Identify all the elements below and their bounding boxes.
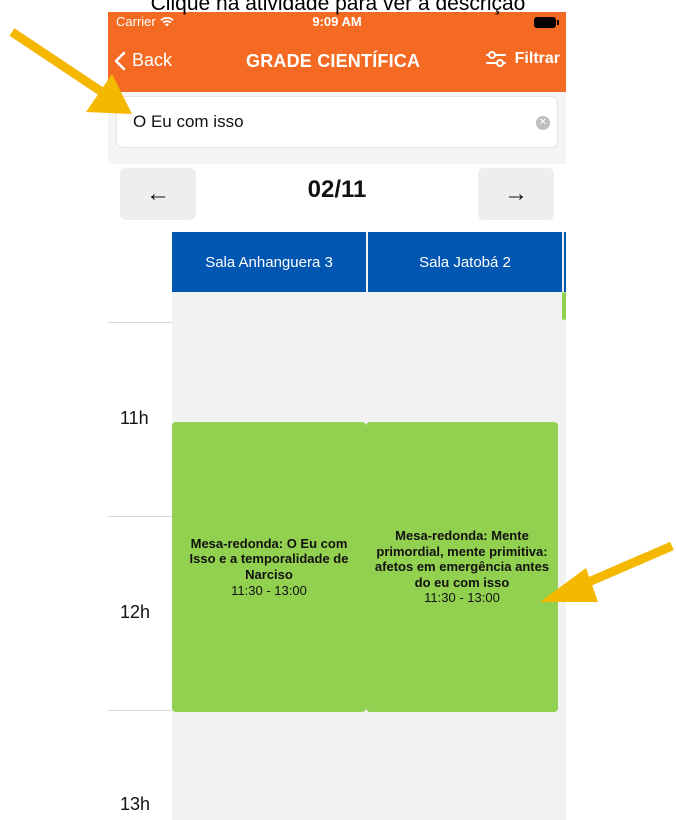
time-divider: [108, 710, 172, 711]
arrow-right-icon: →: [504, 180, 528, 207]
room-header-anhanguera[interactable]: Sala Anhanguera 3: [172, 232, 366, 292]
schedule-grid: Sala Anhanguera 3 Sala Jatobá 2 Mesa-red…: [172, 232, 566, 820]
phone-screen: Carrier 9:09 AM Back GRADE CIENTÍFICA Fi…: [108, 12, 566, 820]
time-column: 11h 12h 13h: [108, 232, 172, 820]
event-time: 11:30 - 13:00: [231, 582, 307, 598]
filter-label: Filtrar: [514, 50, 560, 67]
hour-label-13: 13h: [120, 794, 151, 814]
hour-label-11: 11h: [120, 408, 149, 428]
screenshot-canvas: Clique na atividade para ver a descrição…: [0, 0, 676, 820]
battery-icon: [534, 17, 559, 28]
search-input[interactable]: [116, 96, 558, 148]
instruction-caption: Clique na atividade para ver a descrição: [150, 0, 526, 15]
status-time: 9:09 AM: [312, 14, 362, 29]
navigation-bar: Back GRADE CIENTÍFICA Filtrar: [108, 34, 566, 92]
event-card[interactable]: Mesa-redonda: Mente primordial, mente pr…: [366, 422, 558, 712]
page-title: GRADE CIENTÍFICA: [246, 51, 421, 71]
next-day-button[interactable]: →: [478, 168, 554, 220]
event-time: 11:30 - 13:00: [424, 590, 500, 606]
clear-icon[interactable]: ✕: [536, 116, 550, 130]
date-navigator: ← 02/11 →: [108, 164, 566, 232]
room-header-jatoba[interactable]: Sala Jatobá 2: [368, 232, 562, 292]
room-header-next[interactable]: [564, 232, 566, 292]
search-bar: ✕: [108, 92, 566, 164]
sliders-icon: [485, 51, 506, 67]
event-card[interactable]: Mesa-redonda: O Eu com Isso e a temporal…: [172, 422, 366, 712]
time-divider: [108, 322, 172, 323]
filter-button[interactable]: Filtrar: [485, 48, 560, 70]
event-title: Mesa-redonda: Mente primordial, mente pr…: [374, 528, 550, 590]
event-title: Mesa-redonda: O Eu com Isso e a temporal…: [189, 535, 349, 582]
hour-label-12: 12h: [120, 602, 151, 622]
event-card-partial[interactable]: [562, 292, 566, 320]
back-button[interactable]: Back: [114, 50, 172, 71]
time-divider: [108, 516, 172, 517]
chevron-left-icon: [114, 51, 126, 70]
back-label: Back: [132, 50, 173, 70]
